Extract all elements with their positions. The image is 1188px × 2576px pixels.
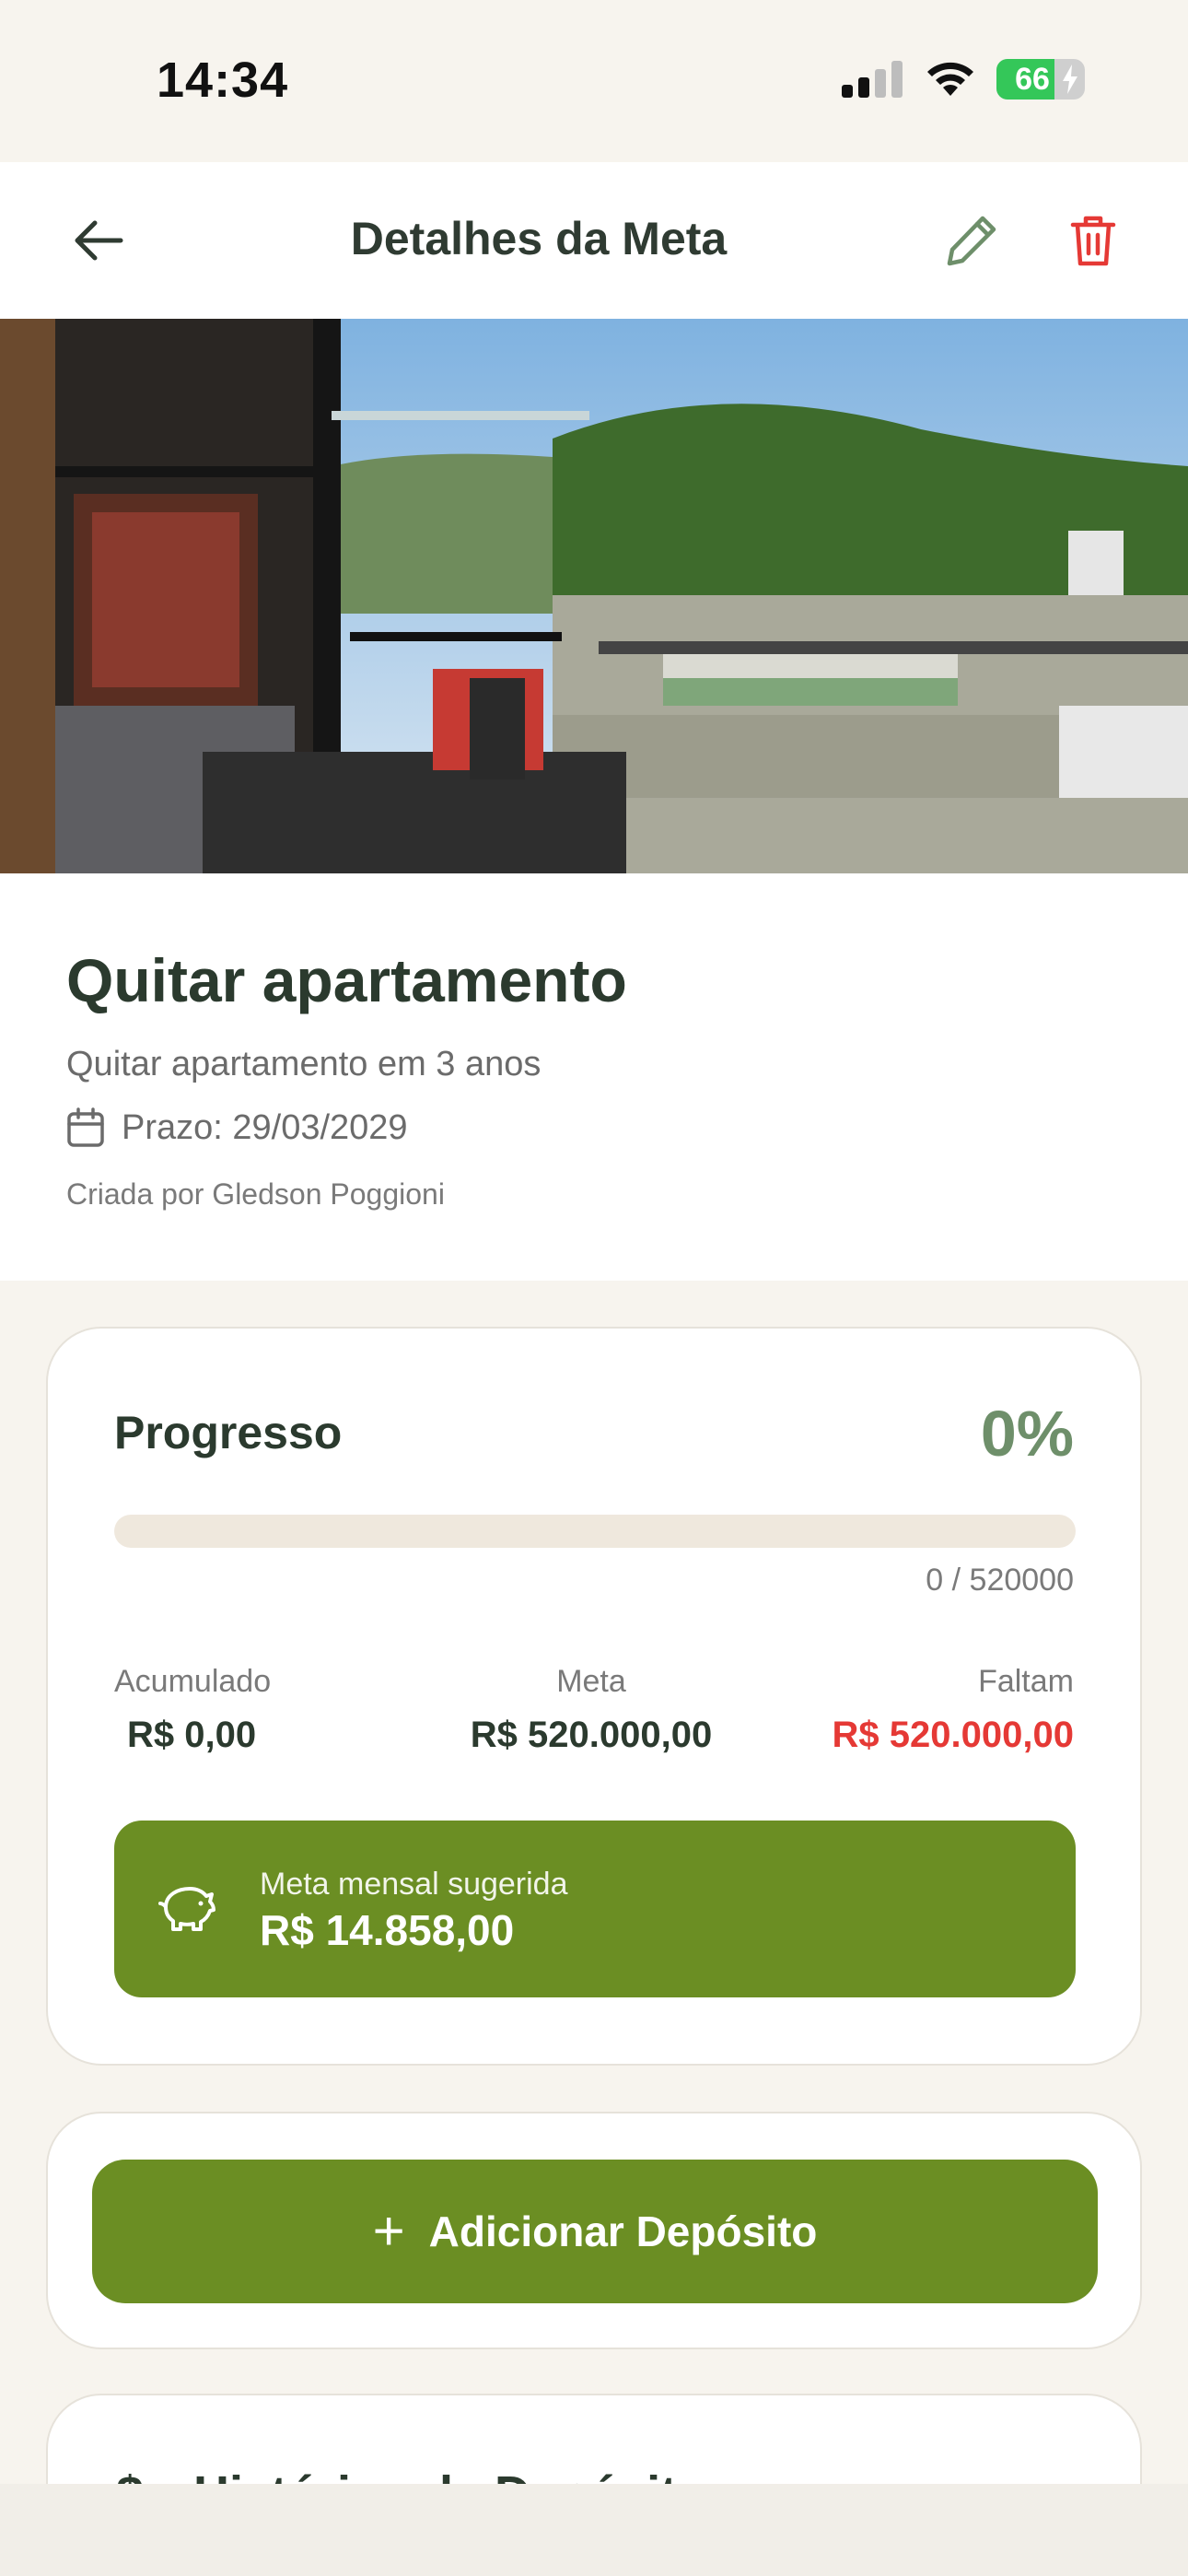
battery-indicator: 66 [996, 59, 1085, 100]
remaining-stat: Faltam R$ 520.000,00 [833, 1664, 1074, 1756]
progress-label: Progresso [114, 1407, 343, 1458]
suggested-monthly-banner: Meta mensal sugerida R$ 14.858,00 [114, 1821, 1076, 1997]
deadline-text: Prazo: 29/03/2029 [122, 1107, 408, 1147]
history-title: Histórico de Depósitos [193, 2465, 735, 2484]
top-app-bar: Detalhes da Meta [0, 162, 1188, 319]
add-deposit-button[interactable]: + Adicionar Depósito [92, 2160, 1098, 2303]
goal-description: Quitar apartamento em 3 anos [66, 1045, 542, 1083]
progress-card: Progresso 0% 0 / 520000 Acumulado R$ 0,0… [46, 1327, 1142, 2066]
page-title: Detalhes da Meta [350, 213, 728, 264]
add-deposit-label: Adicionar Depósito [428, 2207, 818, 2255]
piggy-bank-icon [158, 1887, 215, 1931]
trash-icon [1070, 216, 1116, 266]
status-bar: 14:34 66 [0, 0, 1188, 162]
target-label: Meta [556, 1664, 626, 1699]
home-indicator-area [0, 2484, 1188, 2576]
accumulated-label: Acumulado [114, 1664, 272, 1699]
progress-percent: 0% [980, 1398, 1074, 1469]
history-section: $ Histórico de Depósitos [0, 2394, 1188, 2484]
edit-button[interactable] [939, 208, 1004, 273]
goal-cover-image [0, 319, 1188, 873]
history-card: $ Histórico de Depósitos [46, 2394, 1142, 2484]
apartment-view-image [0, 319, 1188, 873]
goal-title: Quitar apartamento [66, 946, 627, 1014]
charging-bolt-icon [1063, 64, 1077, 94]
calendar-icon [67, 1107, 104, 1147]
remaining-value: R$ 520.000,00 [832, 1715, 1074, 1755]
suggested-monthly-value: R$ 14.858,00 [260, 1906, 515, 1954]
dollar-icon: $ [116, 2465, 144, 2484]
accumulated-stat: Acumulado R$ 0,00 [114, 1664, 271, 1756]
status-time: 14:34 [157, 53, 289, 108]
wifi-icon [927, 62, 973, 96]
progress-count: 0 / 520000 [926, 1563, 1074, 1598]
goal-info-section: Quitar apartamento Quitar apartamento em… [0, 873, 1188, 1281]
cellular-signal-icon [842, 61, 903, 98]
delete-button[interactable] [1061, 208, 1125, 273]
progress-bar [114, 1515, 1076, 1548]
suggested-monthly-label: Meta mensal sugerida [260, 1867, 568, 1902]
pencil-icon [947, 216, 996, 266]
goal-creator: Criada por Gledson Poggioni [66, 1177, 445, 1211]
remaining-label: Faltam [978, 1664, 1074, 1699]
plus-icon: + [372, 2200, 405, 2262]
deposit-card: + Adicionar Depósito [46, 2112, 1142, 2349]
target-value: R$ 520.000,00 [470, 1715, 713, 1755]
goal-deadline: Prazo: 29/03/2029 [66, 1107, 408, 1148]
battery-level-text: 66 [1015, 62, 1050, 97]
accumulated-value: R$ 0,00 [127, 1715, 257, 1755]
target-stat: Meta R$ 520.000,00 [343, 1664, 840, 1756]
